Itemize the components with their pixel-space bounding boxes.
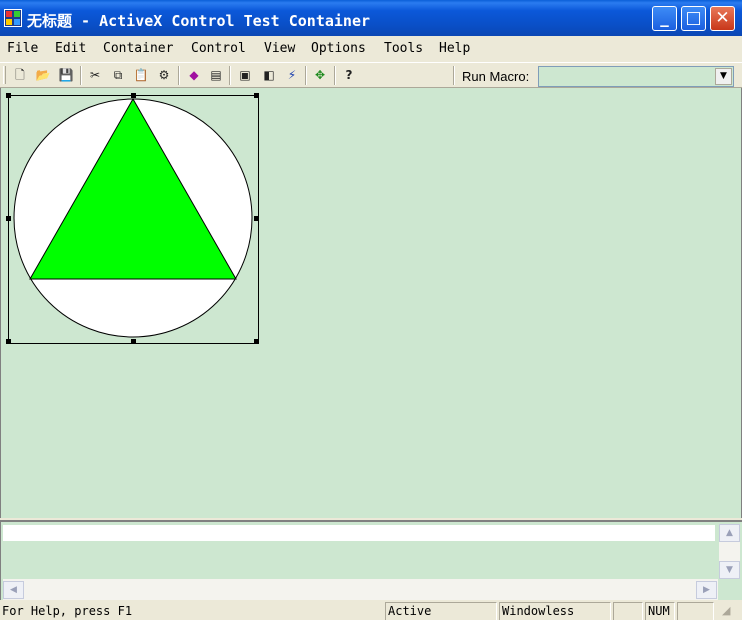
chevron-down-icon: ▼	[720, 71, 727, 81]
maximize-button[interactable]: □	[681, 6, 706, 31]
resize-handle[interactable]	[6, 93, 11, 98]
toolbar: 🗋 📂 💾 ✂ ⧉ 📋 ⚙ ◆ ▤ ▣ ◧ ⚡ ✥ ? Run Macro: ▼	[0, 62, 742, 88]
toolbar-separator	[178, 66, 180, 85]
scroll-up-button[interactable]: ▲	[719, 524, 740, 542]
toolbar-separator	[229, 66, 231, 85]
menu-control[interactable]: Control	[191, 41, 246, 56]
resize-handle[interactable]	[131, 339, 136, 344]
menu-view[interactable]: View	[264, 41, 295, 56]
status-pane-scroll	[677, 602, 714, 620]
open-icon[interactable]: 📂	[34, 66, 52, 84]
status-pane-num: NUM	[645, 602, 675, 620]
control-drawing	[13, 97, 253, 338]
chevron-left-icon: ◀	[10, 585, 17, 595]
window-title: 无标题 - ActiveX Control Test Container	[27, 12, 371, 30]
resize-handle[interactable]	[6, 216, 11, 221]
insert-control-icon[interactable]: ◆	[185, 66, 203, 84]
toolbar-separator	[80, 66, 82, 85]
output-line-selected[interactable]	[3, 525, 715, 541]
resize-handle[interactable]	[254, 339, 259, 344]
status-pane-windowless: Windowless	[499, 602, 611, 620]
toolbar-separator	[334, 66, 336, 85]
run-macro-combo[interactable]: ▼	[538, 66, 734, 87]
menu-tools[interactable]: Tools	[384, 41, 423, 56]
resize-handle[interactable]	[254, 93, 259, 98]
log-icon[interactable]: ◧	[260, 66, 278, 84]
resize-handle[interactable]	[254, 216, 259, 221]
status-pane-caps	[613, 602, 643, 620]
toolbar-grip[interactable]	[3, 66, 6, 84]
activex-control[interactable]	[6, 93, 259, 344]
app-icon[interactable]	[4, 9, 22, 27]
chevron-right-icon: ▶	[703, 585, 710, 595]
status-pane-activation: Active	[385, 602, 497, 620]
copy-icon[interactable]: ⧉	[109, 66, 127, 84]
minimize-icon: _	[660, 8, 669, 28]
container-client-area[interactable]	[0, 88, 742, 518]
minimize-button[interactable]: _	[652, 6, 677, 31]
resize-handle[interactable]	[131, 93, 136, 98]
run-macro-label: Run Macro:	[462, 69, 530, 84]
status-help-text: For Help, press F1	[2, 604, 133, 618]
new-icon[interactable]: 🗋	[11, 66, 29, 84]
ambient-properties-icon[interactable]: ✥	[311, 66, 329, 84]
title-bar[interactable]: 无标题 - ActiveX Control Test Container _ □…	[0, 0, 742, 36]
maximize-icon: □	[685, 8, 702, 28]
close-button[interactable]: ✕	[710, 6, 735, 31]
paste-icon[interactable]: 📋	[132, 66, 150, 84]
scroll-right-button[interactable]: ▶	[696, 581, 717, 599]
status-bar: For Help, press F1 Active Windowless NUM…	[0, 600, 742, 620]
menu-file[interactable]: File	[7, 41, 38, 56]
cut-icon[interactable]: ✂	[86, 66, 104, 84]
chevron-up-icon: ▲	[726, 528, 733, 538]
menu-help[interactable]: Help	[439, 41, 470, 56]
scroll-left-button[interactable]: ◀	[3, 581, 24, 599]
toolbar-separator	[305, 66, 307, 85]
invoke-methods-icon[interactable]: ▣	[236, 66, 254, 84]
events-icon[interactable]: ⚡	[283, 66, 301, 84]
menu-bar: File Edit Container Control View Options…	[0, 37, 742, 61]
close-icon: ✕	[715, 8, 730, 28]
toolbar-separator	[453, 66, 455, 85]
chevron-down-icon: ▼	[726, 565, 733, 575]
menu-options[interactable]: Options	[311, 41, 366, 56]
horizontal-scrollbar[interactable]: ◀ ▶	[3, 579, 718, 600]
scroll-down-button[interactable]: ▼	[719, 561, 740, 579]
resize-handle[interactable]	[6, 339, 11, 344]
vertical-scrollbar[interactable]: ▲ ▼	[719, 524, 740, 579]
properties-icon[interactable]: ⚙	[155, 66, 173, 84]
edit-properties-icon[interactable]: ▤	[207, 66, 225, 84]
menu-edit[interactable]: Edit	[55, 41, 86, 56]
combo-dropdown-button[interactable]: ▼	[715, 68, 732, 85]
size-grip-icon[interactable]: ◢	[722, 604, 730, 617]
output-pane[interactable]: ▲ ▼ ◀ ▶	[0, 520, 742, 600]
save-icon[interactable]: 💾	[57, 66, 75, 84]
help-icon[interactable]: ?	[340, 66, 358, 84]
menu-container[interactable]: Container	[103, 41, 173, 56]
